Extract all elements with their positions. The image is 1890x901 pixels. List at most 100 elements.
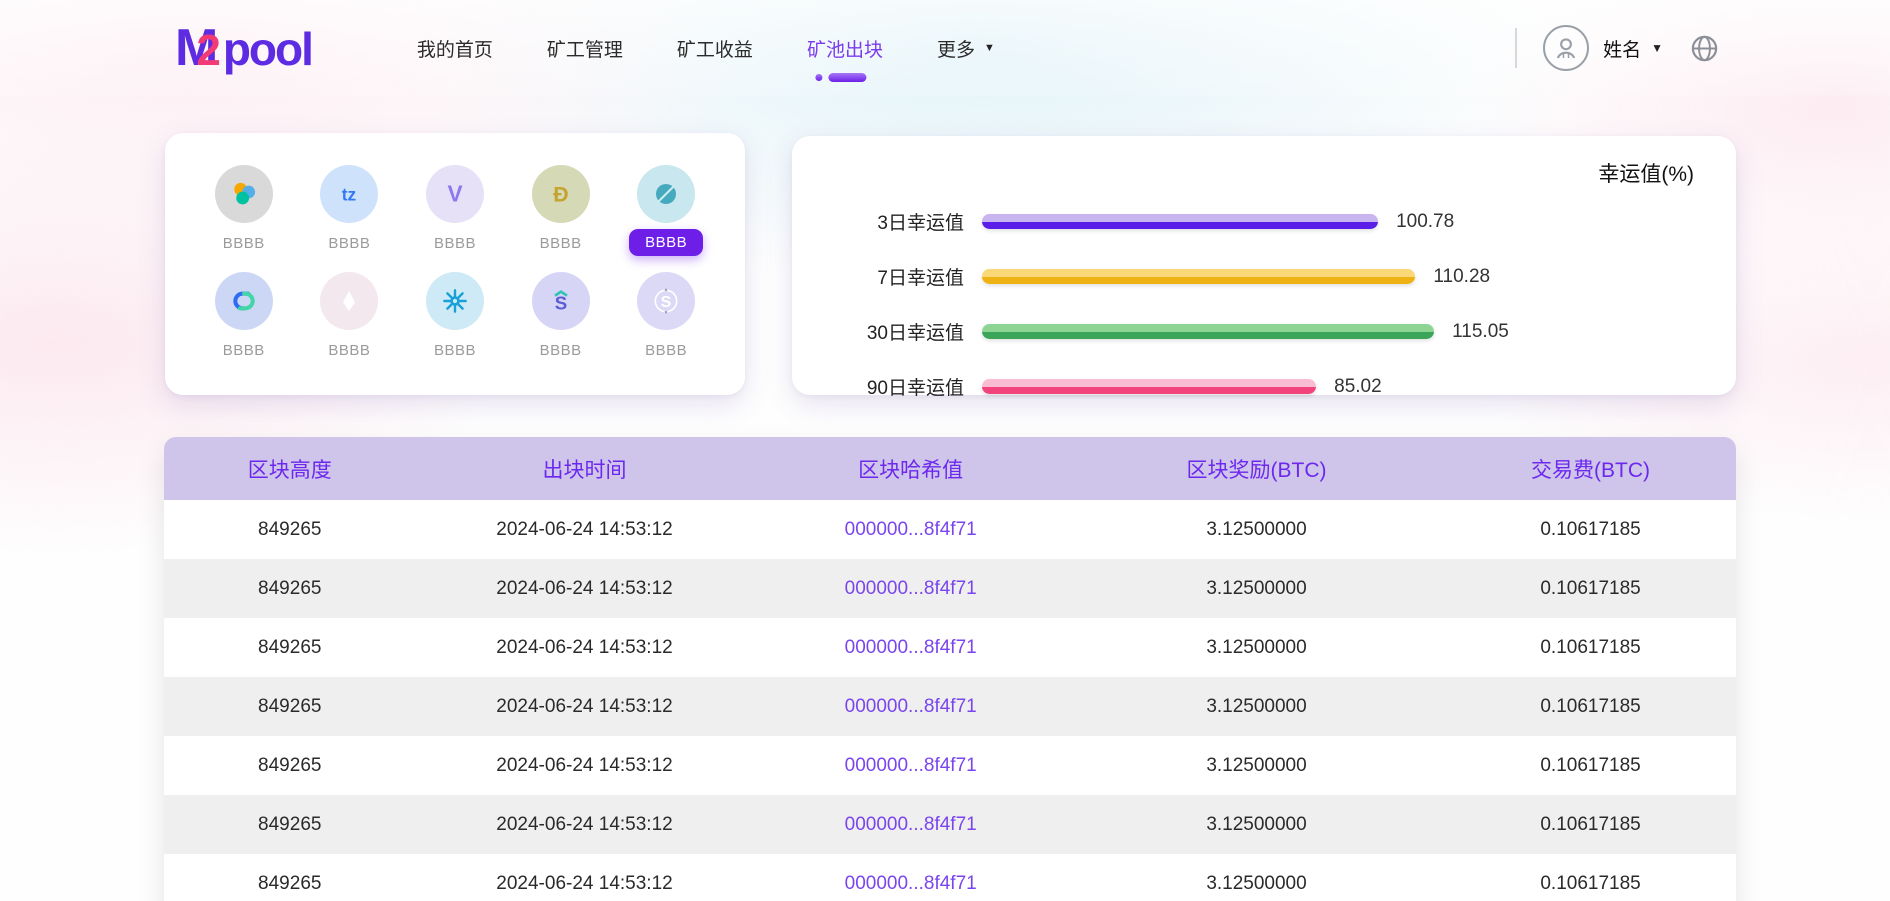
block-hash-link[interactable]: 000000...8f4f71 [845, 696, 977, 717]
coin-icon-nem[interactable]: BBBB [191, 157, 297, 256]
blocks-table: 区块高度 出块时间 区块哈希值 区块奖励(BTC) 交易费(BTC) 84926… [164, 437, 1736, 901]
coin-logo [637, 165, 695, 223]
coin-logo [215, 165, 273, 223]
block-hash-link[interactable]: 000000...8f4f71 [845, 637, 977, 658]
nav-item[interactable]: 矿工收益 ▼ [677, 29, 753, 68]
block-hash-link[interactable]: 000000...8f4f71 [845, 578, 977, 599]
svg-text:tz: tz [342, 185, 357, 205]
coin-icon-vechain[interactable]: V BBBB [402, 157, 508, 256]
luck-value-panel: 幸运值(%) 3日幸运值 100.78 7日幸运值 110.28 30日幸运值 … [792, 136, 1736, 395]
coin-icon-ontology[interactable]: BBBB [613, 157, 719, 256]
user-avatar[interactable] [1543, 25, 1589, 71]
table-row: 849265 2024-06-24 14:53:12 000000...8f4f… [164, 559, 1736, 618]
col-header-tx-fee: 交易费(BTC) [1445, 454, 1736, 484]
nav-item-label: 我的首页 [417, 35, 493, 62]
block-height-cell: 849265 [164, 637, 416, 659]
col-header-block-height: 区块高度 [164, 454, 416, 484]
page: { "brand": { "m": "M", "two": "2", "pool… [0, 0, 1890, 901]
nav-item[interactable]: 更多 ▼ [937, 29, 995, 68]
nav-item[interactable]: 我的首页 ▼ [417, 29, 493, 68]
brand-logo-pool: pool [223, 22, 312, 76]
block-time-cell: 2024-06-24 14:53:12 [416, 755, 754, 777]
nav-item[interactable]: 矿池出块 ▼ [807, 29, 883, 68]
block-hash-cell: 000000...8f4f71 [753, 637, 1067, 659]
coin-label: BBBB [645, 342, 687, 359]
coin-label: BBBB [434, 342, 476, 359]
coin-icon-lisk[interactable]: BBBB [297, 264, 403, 359]
luck-bar [982, 379, 1316, 394]
coin-icon-substratum[interactable]: S BBBB [508, 264, 614, 359]
tx-fee-cell: 0.10617185 [1445, 578, 1736, 600]
brand-logo[interactable]: M 2 pool [175, 18, 312, 78]
table-row: 849265 2024-06-24 14:53:12 000000...8f4f… [164, 500, 1736, 559]
coin-label: BBBB [540, 235, 582, 252]
block-reward-cell: 3.12500000 [1068, 873, 1445, 895]
block-height-cell: 849265 [164, 519, 416, 541]
block-time-cell: 2024-06-24 14:53:12 [416, 578, 754, 600]
table-row: 849265 2024-06-24 14:53:12 000000...8f4f… [164, 795, 1736, 854]
coin-icon-dogecoin[interactable]: Ð BBBB [508, 157, 614, 256]
coin-label: BBBB [629, 229, 703, 256]
luck-bar-label: 90日幸运值 [814, 373, 964, 400]
coin-label: BBBB [223, 342, 265, 359]
coin-icon-s-token[interactable]: S BBBB [613, 264, 719, 359]
luck-bars: 3日幸运值 100.78 7日幸运值 110.28 30日幸运值 115.05 … [814, 194, 1736, 414]
table-row: 849265 2024-06-24 14:53:12 000000...8f4f… [164, 618, 1736, 677]
nav-item-label: 矿工收益 [677, 35, 753, 62]
block-hash-cell: 000000...8f4f71 [753, 578, 1067, 600]
coin-logo: S [637, 272, 695, 330]
block-hash-link[interactable]: 000000...8f4f71 [845, 519, 977, 540]
active-nav-indicator [815, 73, 866, 82]
luck-panel-title: 幸运值(%) [1598, 158, 1694, 188]
block-height-cell: 849265 [164, 755, 416, 777]
block-time-cell: 2024-06-24 14:53:12 [416, 873, 754, 895]
coin-logo [426, 272, 484, 330]
table-row: 849265 2024-06-24 14:53:12 000000...8f4f… [164, 854, 1736, 901]
coin-label: BBBB [328, 235, 370, 252]
luck-bar [982, 269, 1415, 284]
table-row: 849265 2024-06-24 14:53:12 000000...8f4f… [164, 736, 1736, 795]
block-hash-cell: 000000...8f4f71 [753, 696, 1067, 718]
luck-bar-value: 115.05 [1452, 321, 1509, 343]
coin-label: BBBB [540, 342, 582, 359]
coin-logo [215, 272, 273, 330]
tx-fee-cell: 0.10617185 [1445, 637, 1736, 659]
tx-fee-cell: 0.10617185 [1445, 755, 1736, 777]
col-header-block-reward: 区块奖励(BTC) [1068, 454, 1445, 484]
luck-bar [982, 214, 1378, 229]
user-name[interactable]: 姓名 [1603, 35, 1641, 62]
luck-bar-row: 90日幸运值 85.02 [814, 359, 1736, 414]
user-icon [1551, 33, 1581, 63]
coin-icon-bitshares[interactable]: BBBB [402, 264, 508, 359]
language-globe-icon[interactable] [1689, 33, 1720, 64]
nav-item[interactable]: 矿工管理 ▼ [547, 29, 623, 68]
luck-bar-label: 30日幸运值 [814, 318, 964, 345]
coin-logo: tz [320, 165, 378, 223]
block-reward-cell: 3.12500000 [1068, 814, 1445, 836]
user-menu-chevron-icon[interactable]: ▼ [1651, 41, 1663, 55]
luck-bar-value: 85.02 [1334, 376, 1382, 398]
block-hash-cell: 000000...8f4f71 [753, 755, 1067, 777]
block-height-cell: 849265 [164, 578, 416, 600]
brand-logo-2: 2 [196, 26, 220, 76]
header-user-area: 姓名 ▼ [1515, 25, 1720, 71]
table-row: 849265 2024-06-24 14:53:12 000000...8f4f… [164, 677, 1736, 736]
coin-icon-decred[interactable]: BBBB [191, 264, 297, 359]
block-hash-link[interactable]: 000000...8f4f71 [845, 873, 977, 894]
nav-item-label: 矿池出块 [807, 35, 883, 62]
block-hash-link[interactable]: 000000...8f4f71 [845, 755, 977, 776]
coin-icon-tezos[interactable]: tz BBBB [297, 157, 403, 256]
svg-text:S: S [661, 294, 672, 311]
block-time-cell: 2024-06-24 14:53:12 [416, 519, 754, 541]
header-divider [1515, 28, 1517, 68]
luck-bar [982, 324, 1434, 339]
luck-bar-label: 7日幸运值 [814, 263, 964, 290]
luck-bar-value: 100.78 [1396, 211, 1454, 233]
block-time-cell: 2024-06-24 14:53:12 [416, 637, 754, 659]
tx-fee-cell: 0.10617185 [1445, 873, 1736, 895]
coin-logo [320, 272, 378, 330]
blocks-table-body: 849265 2024-06-24 14:53:12 000000...8f4f… [164, 500, 1736, 901]
blocks-table-header: 区块高度 出块时间 区块哈希值 区块奖励(BTC) 交易费(BTC) [164, 437, 1736, 500]
svg-text:V: V [447, 180, 462, 206]
block-hash-link[interactable]: 000000...8f4f71 [845, 814, 977, 835]
